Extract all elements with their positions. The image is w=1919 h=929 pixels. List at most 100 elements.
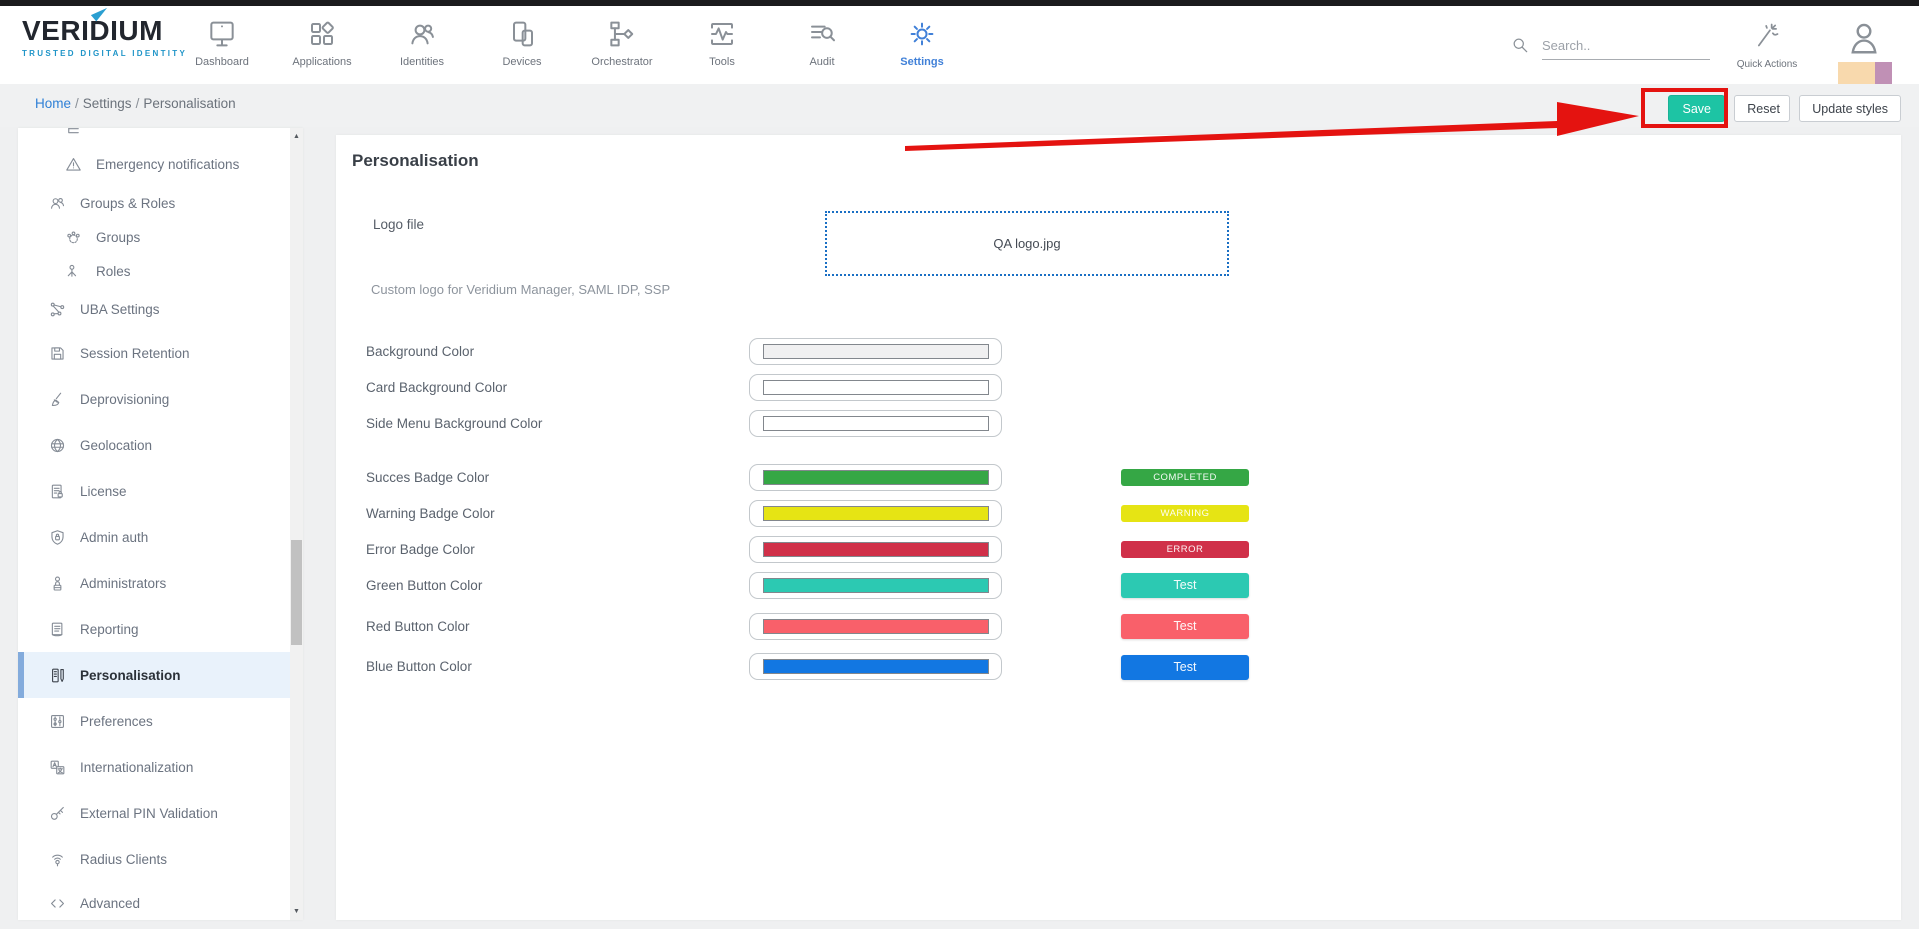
nav-item-audit[interactable]: Audit (772, 14, 872, 80)
color-swatch-fill (763, 344, 989, 359)
sidebar-scrollbar[interactable]: ▲ ▼ (290, 128, 303, 920)
sidebar-item-label: Preferences (80, 714, 153, 729)
search-input[interactable] (1542, 32, 1710, 60)
main-nav: DashboardApplications Identities DevicesOr… (172, 14, 972, 80)
breadcrumb-settings: Settings (83, 96, 132, 111)
color-swatch-input[interactable] (749, 572, 1002, 599)
key-icon (48, 804, 67, 823)
sidebar-item-radius-clients[interactable]: Radius Clients (18, 836, 290, 882)
color-swatch-input[interactable] (749, 464, 1002, 491)
sidebar-item-reporting[interactable]: Reporting (18, 606, 290, 652)
breadcrumb-home[interactable]: Home (35, 96, 71, 111)
color-swatch-input[interactable] (749, 613, 1002, 640)
breadcrumb-personalisation: Personalisation (143, 96, 235, 111)
scrollbar-up-arrow[interactable]: ▲ (290, 130, 303, 143)
sidebar-item-clipped[interactable] (18, 128, 290, 142)
color-swatch-input[interactable] (749, 410, 1002, 437)
color-swatch-fill (763, 659, 989, 674)
sidebar-item-groups[interactable]: Groups (18, 220, 290, 254)
nav-item-settings[interactable]: Settings (872, 14, 972, 80)
tools-icon (706, 18, 738, 50)
color-swatch-input[interactable] (749, 338, 1002, 365)
color-field-label: Red Button Color (366, 619, 470, 634)
color-field-label: Green Button Color (366, 578, 482, 593)
sidebar-item-external-pin-validation[interactable]: External PIN Validation (18, 790, 290, 836)
brand-check-icon (88, 7, 110, 25)
sidebar-item-internationalization[interactable]: Internationalization (18, 744, 290, 790)
sidebar-item-session-retention[interactable]: Session Retention (18, 330, 290, 376)
color-swatch-input[interactable] (749, 500, 1002, 527)
sidebar-item-emergency-notifications[interactable]: Emergency notifications (18, 142, 290, 186)
nav-item-devices[interactable]: Devices (472, 14, 572, 80)
breadcrumb-separator: / (136, 96, 140, 111)
user-avatar[interactable] (1838, 16, 1894, 84)
sidebar-item-advanced[interactable]: Advanced (18, 882, 290, 925)
color-swatch-fill (763, 619, 989, 634)
update-styles-button[interactable]: Update styles (1799, 95, 1901, 122)
color-field-row: Succes Badge Color (336, 464, 1901, 492)
nav-item-tools[interactable]: Tools (672, 14, 772, 80)
nav-label: Identities (400, 56, 444, 68)
quick-actions-button[interactable]: Quick Actions (1733, 18, 1801, 70)
color-swatch-input[interactable] (749, 374, 1002, 401)
user-icon (1846, 16, 1882, 60)
sidebar-item-label: Internationalization (80, 760, 193, 775)
list-icon (64, 128, 83, 139)
sidebar-item-label: Radius Clients (80, 852, 167, 867)
veridium-logo[interactable]: VERIDIUM TRUSTED DIGITAL IDENTITY (22, 16, 197, 58)
search-icon (1510, 35, 1530, 55)
breadcrumb-bar: Home/Settings/Personalisation (0, 84, 1919, 127)
nav-label: Tools (709, 56, 735, 68)
reset-button[interactable]: Reset (1734, 95, 1790, 122)
color-field-row: Background Color (336, 338, 1901, 366)
sidebar-item-roles[interactable]: Roles (18, 254, 290, 288)
test-button-preview[interactable]: Test (1121, 655, 1249, 680)
audit-icon (806, 18, 838, 50)
scrollbar-thumb[interactable] (291, 540, 302, 645)
status-badge-preview: COMPLETED (1121, 469, 1249, 486)
sidebar-item-personalisation[interactable]: Personalisation (18, 652, 290, 698)
sidebar-item-label: Advanced (80, 896, 140, 911)
color-field-label: Card Background Color (366, 380, 507, 395)
warning-icon (64, 155, 83, 174)
sidebar-item-preferences[interactable]: Preferences (18, 698, 290, 744)
sidebar-item-label: Geolocation (80, 438, 152, 453)
color-swatch-input[interactable] (749, 653, 1002, 680)
nav-item-applications[interactable]: Applications (272, 14, 372, 80)
preferences-icon (48, 712, 67, 731)
nav-label: Audit (809, 56, 834, 68)
magic-wand-icon (1753, 18, 1781, 52)
nav-item-orchestrator[interactable]: Orchestrator (572, 14, 672, 80)
sidebar-item-administrators[interactable]: Administrators (18, 560, 290, 606)
share-icon (48, 300, 67, 319)
broom-icon (48, 390, 67, 409)
sidebar-item-uba-settings[interactable]: UBA Settings (18, 288, 290, 330)
nav-item-dashboard[interactable]: Dashboard (172, 14, 272, 80)
save-button[interactable]: Save (1668, 95, 1725, 122)
sidebar-item-groups-roles[interactable]: Groups & Roles (18, 186, 290, 220)
scrollbar-down-arrow[interactable]: ▼ (290, 905, 303, 918)
sidebar-item-label: Groups (96, 230, 140, 245)
test-button-preview[interactable]: Test (1121, 614, 1249, 639)
logo-file-dropzone[interactable]: QA logo.jpg (825, 211, 1229, 276)
page-title: Personalisation (352, 151, 479, 171)
color-swatch-fill (763, 578, 989, 593)
sidebar-item-label: Admin auth (80, 530, 148, 545)
sidebar-item-deprovisioning[interactable]: Deprovisioning (18, 376, 290, 422)
person-lock-icon (48, 574, 67, 593)
color-field-row: Green Button Color (336, 572, 1901, 600)
nav-item-identities[interactable]: Identities (372, 14, 472, 80)
sidebar-item-label: External PIN Validation (80, 806, 218, 821)
status-badge-preview: WARNING (1121, 505, 1249, 522)
sidebar-item-license[interactable]: License (18, 468, 290, 514)
devices-icon (506, 18, 538, 50)
sidebar-item-geolocation[interactable]: Geolocation (18, 422, 290, 468)
report-icon (48, 620, 67, 639)
color-swatch-input[interactable] (749, 536, 1002, 563)
test-button-preview[interactable]: Test (1121, 573, 1249, 598)
sidebar-item-admin-auth[interactable]: Admin auth (18, 514, 290, 560)
license-icon (48, 482, 67, 501)
color-field-label: Warning Badge Color (366, 506, 495, 521)
color-field-label: Blue Button Color (366, 659, 472, 674)
color-field-row: Side Menu Background Color (336, 410, 1901, 438)
